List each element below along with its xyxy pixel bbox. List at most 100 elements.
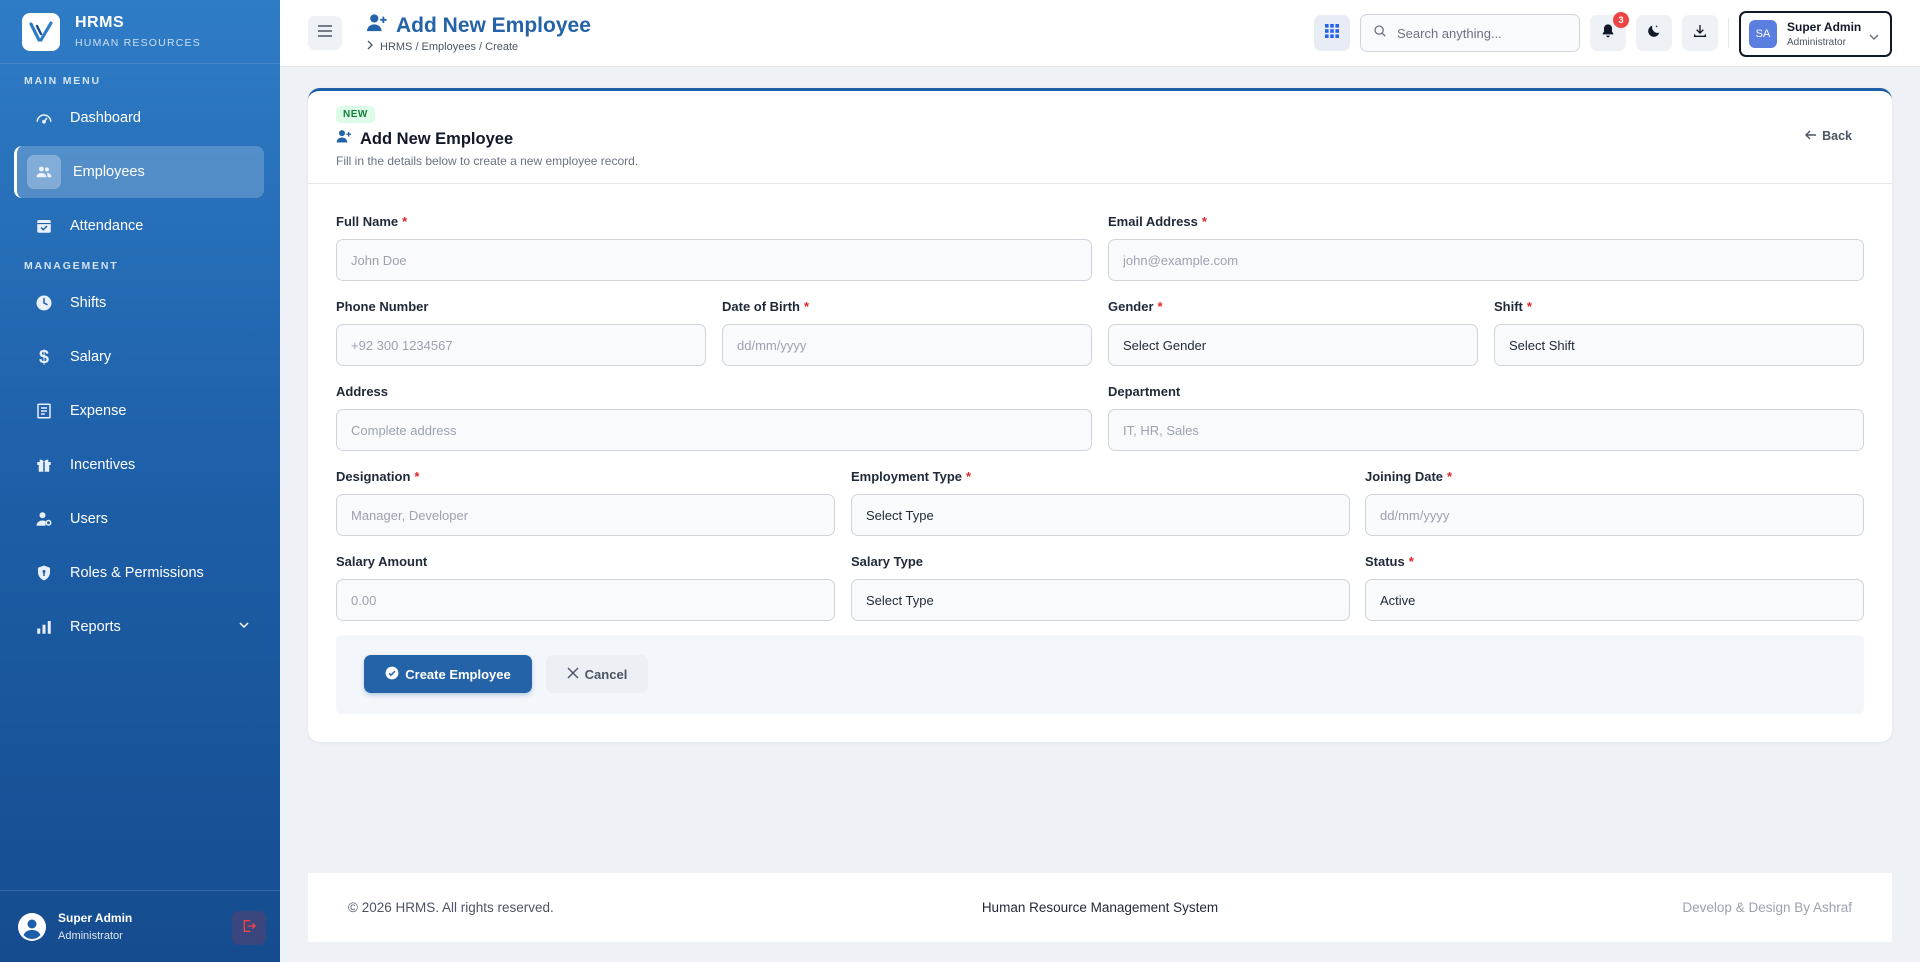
breadcrumb-text[interactable]: HRMS / Employees / Create xyxy=(380,41,518,53)
search-box xyxy=(1360,14,1580,52)
sidebar-item-label: Attendance xyxy=(70,218,144,234)
address-label: Address xyxy=(336,384,1092,399)
sidebar-item-employees[interactable]: Employees xyxy=(14,146,264,198)
avatar xyxy=(18,912,46,941)
sidebar-item-label: Dashboard xyxy=(70,110,141,126)
brand[interactable]: HRMS HUMAN RESOURCES xyxy=(0,0,280,64)
designation-field: Designation * xyxy=(336,469,835,536)
joining-date-input[interactable] xyxy=(1365,494,1864,536)
logout-button[interactable] xyxy=(232,911,266,945)
download-button[interactable] xyxy=(1682,15,1718,51)
email-input[interactable] xyxy=(1108,239,1864,281)
footer-center-text: Human Resource Management System xyxy=(981,900,1219,915)
required-mark: * xyxy=(1157,299,1163,314)
topbar-divider xyxy=(1728,18,1729,48)
page-footer: © 2026 HRMS. All rights reserved. Human … xyxy=(308,873,1892,942)
chevron-down-icon xyxy=(1868,30,1880,48)
hamburger-icon xyxy=(317,24,333,43)
card-header: NEW Add New Employee Fill in the details… xyxy=(308,91,1892,184)
sidebar-item-dashboard[interactable]: Dashboard xyxy=(14,92,264,144)
department-input[interactable] xyxy=(1108,409,1864,451)
salary-type-select[interactable]: Select Type xyxy=(851,579,1350,621)
gender-select[interactable]: Select Gender xyxy=(1108,324,1478,366)
shift-label: Shift * xyxy=(1494,299,1864,314)
cancel-button[interactable]: Cancel xyxy=(546,655,648,693)
salary-amount-input[interactable] xyxy=(336,579,835,621)
status-label: Status * xyxy=(1365,554,1864,569)
label-text: Designation xyxy=(336,469,411,484)
logout-icon xyxy=(241,918,257,939)
dob-field: Date of Birth * xyxy=(722,299,1092,366)
sidebar-item-roles[interactable]: Roles & Permissions xyxy=(14,547,264,599)
shield-icon xyxy=(34,563,54,583)
back-button[interactable]: Back xyxy=(1805,129,1852,143)
joining-date-field: Joining Date * xyxy=(1365,469,1864,536)
receipt-icon xyxy=(34,401,54,421)
required-mark: * xyxy=(402,214,408,229)
label-text: Date of Birth xyxy=(722,299,800,314)
full-name-label: Full Name * xyxy=(336,214,1092,229)
card-subtitle: Fill in the details below to create a ne… xyxy=(336,154,639,168)
footer-credit: Develop & Design By Ashraf xyxy=(1682,900,1852,915)
breadcrumb: HRMS / Employees / Create xyxy=(366,40,518,53)
full-name-input[interactable] xyxy=(336,239,1092,281)
address-input[interactable] xyxy=(336,409,1092,451)
employment-type-select[interactable]: Select Type xyxy=(851,494,1350,536)
sidebar-item-expense[interactable]: Expense xyxy=(14,385,264,437)
joining-date-label: Joining Date * xyxy=(1365,469,1864,484)
required-mark: * xyxy=(414,469,420,484)
search-icon xyxy=(1373,24,1387,43)
salary-amount-field: Salary Amount xyxy=(336,554,835,621)
bar-chart-icon xyxy=(34,617,54,637)
label-text: Department xyxy=(1108,384,1181,399)
theme-toggle-button[interactable] xyxy=(1636,15,1672,51)
apps-button[interactable] xyxy=(1314,15,1350,51)
chevron-down-icon xyxy=(238,619,250,635)
sidebar-item-label: Reports xyxy=(70,619,121,635)
designation-input[interactable] xyxy=(336,494,835,536)
label-text: Salary Type xyxy=(851,554,924,569)
label-text: Status xyxy=(1365,554,1405,569)
sidebar-item-shifts[interactable]: Shifts xyxy=(14,277,264,329)
chevron-right-icon xyxy=(366,40,380,53)
label-text: Address xyxy=(336,384,389,399)
sidebar-item-label: Employees xyxy=(73,164,145,180)
brand-name: HRMS xyxy=(75,14,125,31)
topbar: Add New Employee HRMS / Employees / Crea… xyxy=(280,0,1920,67)
phone-input[interactable] xyxy=(336,324,706,366)
sidebar-item-reports[interactable]: Reports xyxy=(14,601,264,653)
required-mark: * xyxy=(1201,214,1207,229)
employment-type-label: Employment Type * xyxy=(851,469,1350,484)
label-text: Salary Amount xyxy=(336,554,428,569)
avatar: SA xyxy=(1749,20,1777,48)
email-field: Email Address * xyxy=(1108,214,1864,281)
label-text: Phone Number xyxy=(336,299,429,314)
designation-label: Designation * xyxy=(336,469,835,484)
label-text: Full Name xyxy=(336,214,399,229)
page-title: Add New Employee xyxy=(366,13,591,39)
sidebar-user-role: Administrator xyxy=(58,930,123,942)
sidebar-item-users[interactable]: Users xyxy=(14,493,264,545)
user-name: Super Admin xyxy=(1787,20,1862,34)
menu-toggle-button[interactable] xyxy=(308,16,342,50)
search-input[interactable] xyxy=(1397,25,1567,41)
sidebar-item-attendance[interactable]: Attendance xyxy=(14,200,264,252)
page-title-text: Add New Employee xyxy=(396,14,591,37)
user-role: Administrator xyxy=(1787,37,1846,48)
sidebar-item-incentives[interactable]: Incentives xyxy=(14,439,264,491)
required-mark: * xyxy=(966,469,972,484)
label-text: Joining Date xyxy=(1365,469,1444,484)
user-menu[interactable]: SA Super Admin Administrator xyxy=(1739,11,1892,57)
sidebar-item-salary[interactable]: $ Salary xyxy=(14,331,264,383)
required-mark: * xyxy=(1447,469,1453,484)
user-plus-icon xyxy=(366,13,396,39)
dob-input[interactable] xyxy=(722,324,1092,366)
status-select[interactable]: Active xyxy=(1365,579,1864,621)
create-label: Create Employee xyxy=(405,666,511,682)
create-employee-button[interactable]: Create Employee xyxy=(364,655,532,693)
salary-type-field: Salary Type Select Type xyxy=(851,554,1350,621)
shift-select[interactable]: Select Shift xyxy=(1494,324,1864,366)
notifications-button[interactable]: 3 xyxy=(1590,12,1629,51)
dashboard-icon xyxy=(34,108,54,128)
sidebar-item-label: Roles & Permissions xyxy=(70,565,204,581)
